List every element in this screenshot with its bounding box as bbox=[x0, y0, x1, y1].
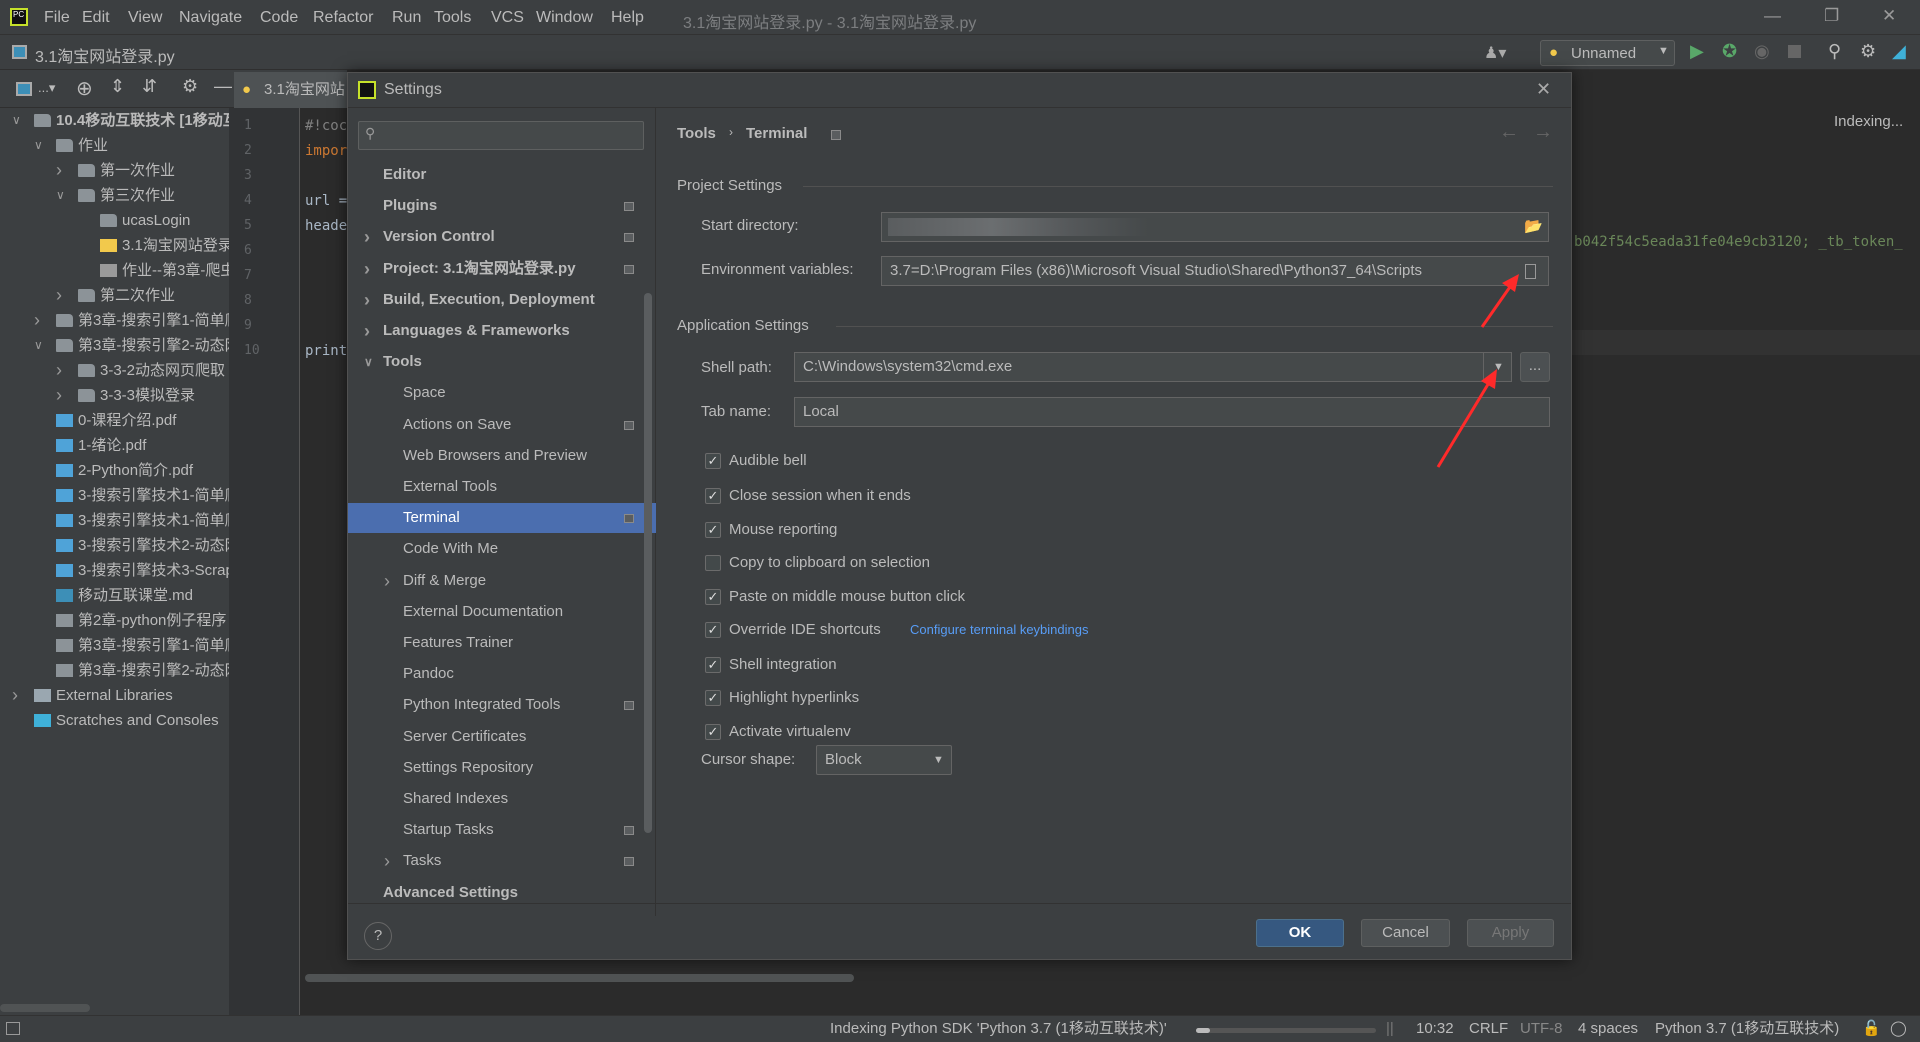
toggle-panels-icon[interactable] bbox=[6, 1022, 20, 1035]
status-bar: Indexing Python SDK 'Python 3.7 (1移动互联技术… bbox=[0, 1015, 1920, 1042]
annotation-arrows bbox=[1436, 274, 1519, 468]
indent[interactable]: 4 spaces bbox=[1578, 1016, 1638, 1042]
encoding[interactable]: UTF-8 bbox=[1520, 1016, 1563, 1042]
notifications-icon[interactable]: ◯ bbox=[1890, 1016, 1907, 1042]
indexing-status[interactable]: Indexing Python SDK 'Python 3.7 (1移动互联技术… bbox=[830, 1016, 1167, 1042]
line-separator[interactable]: CRLF bbox=[1469, 1016, 1508, 1042]
indexing-progress bbox=[1196, 1028, 1376, 1033]
red-arrow-shell bbox=[1436, 369, 1497, 468]
caret-position[interactable]: 10:32 bbox=[1416, 1016, 1454, 1042]
interpreter[interactable]: Python 3.7 (1移动互联技术) bbox=[1655, 1016, 1839, 1042]
pause-icon[interactable]: || bbox=[1386, 1016, 1394, 1042]
lock-icon[interactable]: 🔓 bbox=[1862, 1016, 1881, 1042]
red-arrow-env bbox=[1480, 274, 1519, 328]
